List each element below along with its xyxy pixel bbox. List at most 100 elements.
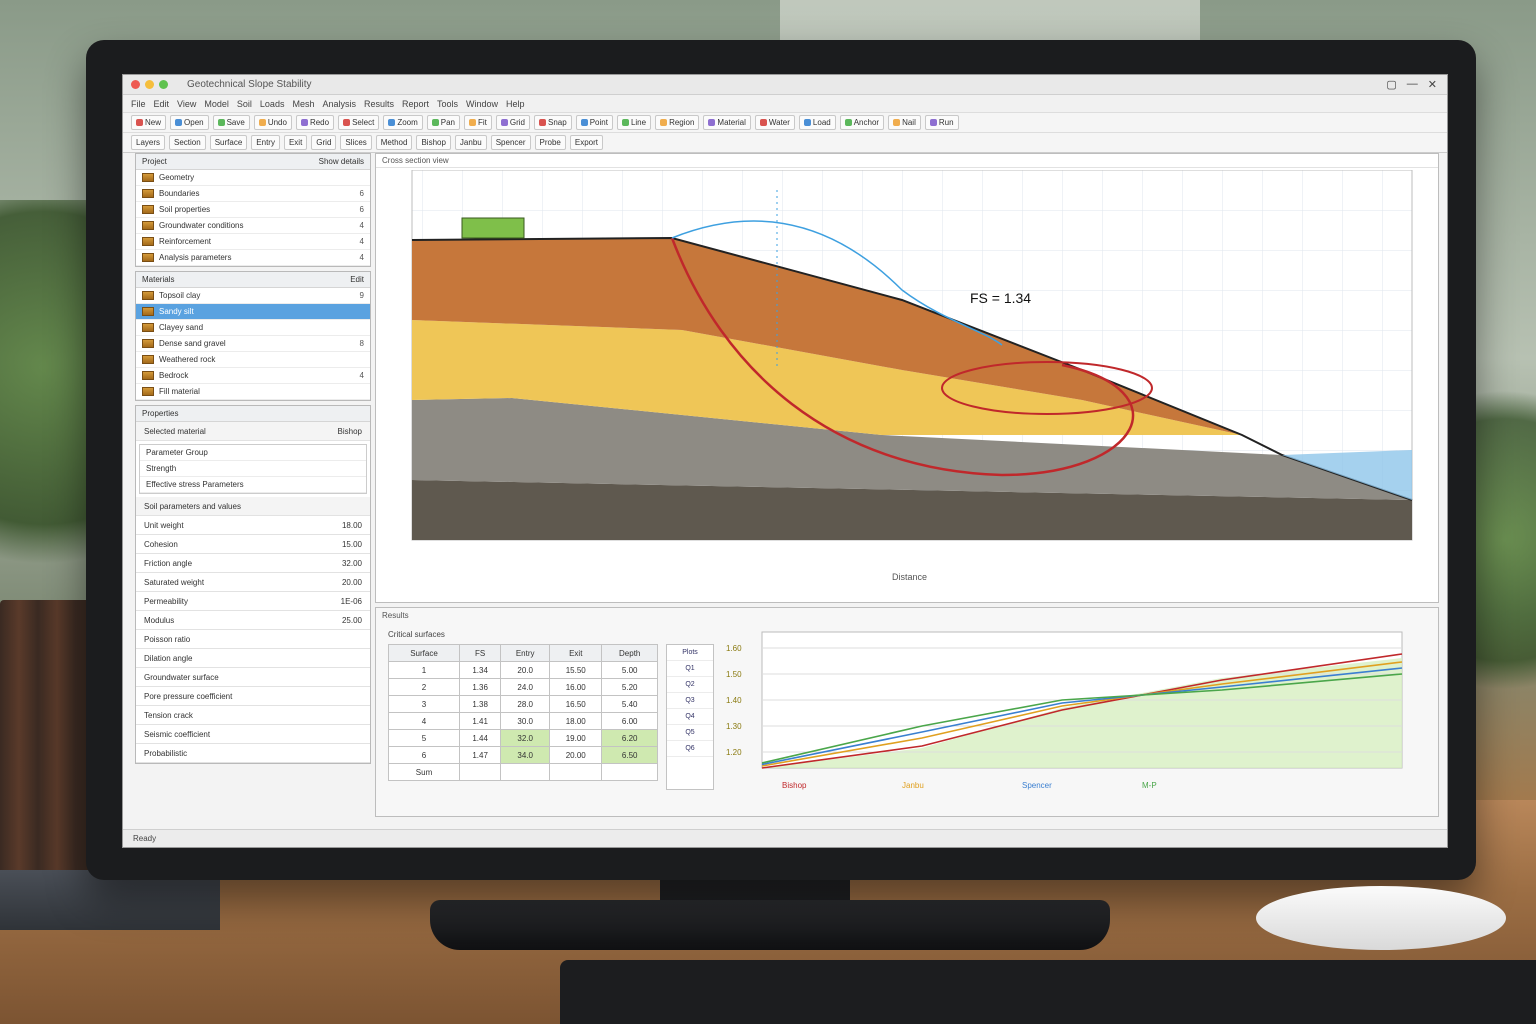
property-note[interactable]: Parameter Group	[140, 445, 366, 461]
toolbar-button[interactable]: Run	[924, 115, 959, 130]
menu-item[interactable]: View	[177, 99, 196, 109]
minimize-icon[interactable]: —	[1407, 78, 1418, 91]
property-row[interactable]: Dilation angle	[136, 649, 370, 668]
analysis-button[interactable]: Slices	[340, 135, 372, 150]
close-icon[interactable]: ✕	[1428, 78, 1437, 91]
table-row[interactable]: 4 1.41 30.0 18.00 6.00	[387, 712, 658, 730]
material-tree-item[interactable]: Fill material	[136, 384, 370, 400]
plot-selector-item[interactable]: Q1	[667, 661, 713, 677]
material-tree-item[interactable]: Dense sand gravel 8	[136, 336, 370, 352]
property-row[interactable]: Probabilistic	[136, 744, 370, 763]
table-header-cell[interactable]: Exit	[549, 644, 603, 662]
toolbar-button[interactable]: Anchor	[839, 115, 885, 130]
menu-item[interactable]: Window	[466, 99, 498, 109]
property-value[interactable]: 20.00	[342, 578, 362, 587]
menu-item[interactable]: Help	[506, 99, 525, 109]
property-note[interactable]: Effective stress Parameters	[140, 477, 366, 493]
properties-sub-value[interactable]: Bishop	[338, 427, 362, 436]
property-row[interactable]: Pore pressure coefficient	[136, 687, 370, 706]
analysis-button[interactable]: Spencer	[490, 135, 531, 150]
toolbar-button[interactable]: Pan	[426, 115, 460, 130]
toolbar-button[interactable]: Load	[798, 115, 836, 130]
analysis-button[interactable]: Grid	[311, 135, 337, 150]
property-row[interactable]: Seismic coefficient	[136, 725, 370, 744]
plot-selector-item[interactable]: Q3	[667, 693, 713, 709]
menu-item[interactable]: Report	[402, 99, 429, 109]
analysis-button[interactable]: Section	[169, 135, 206, 150]
plot-selector-item[interactable]: Q5	[667, 725, 713, 741]
menu-item[interactable]: File	[131, 99, 146, 109]
property-value[interactable]: 25.00	[342, 616, 362, 625]
material-tree-item[interactable]: Weathered rock	[136, 352, 370, 368]
material-tree-item[interactable]: Sandy silt	[136, 304, 370, 320]
materials-edit-button[interactable]: Edit	[350, 275, 364, 284]
property-row[interactable]: Groundwater surface	[136, 668, 370, 687]
analysis-button[interactable]: Exit	[283, 135, 308, 150]
menu-item[interactable]: Results	[364, 99, 394, 109]
material-tree-item[interactable]: Bedrock 4	[136, 368, 370, 384]
table-header-cell[interactable]: Depth	[601, 644, 658, 662]
fs-convergence-plot[interactable]: 1.60 1.50 1.40 1.30 1.20 Bishop Janbu Spencer M-…	[722, 628, 1432, 810]
plot-selector-item[interactable]: Q2	[667, 677, 713, 693]
toolbar-button[interactable]: Nail	[888, 115, 921, 130]
project-action-button[interactable]: Show details	[319, 157, 364, 166]
table-row[interactable]: 6 1.47 34.0 20.00 6.50	[387, 746, 658, 764]
analysis-button[interactable]: Method	[375, 135, 413, 150]
property-row[interactable]: Cohesion 15.00	[136, 535, 370, 554]
table-row[interactable]: 5 1.44 32.0 19.00 6.20	[387, 729, 658, 747]
property-row[interactable]: Permeability 1E-06	[136, 592, 370, 611]
table-header-cell[interactable]: Entry	[500, 644, 551, 662]
toolbar-button[interactable]: Point	[575, 115, 613, 130]
table-header-cell[interactable]: FS	[459, 644, 502, 662]
toolbar-button[interactable]: Save	[212, 115, 250, 130]
analysis-button[interactable]: Entry	[251, 135, 280, 150]
menu-item[interactable]: Tools	[437, 99, 458, 109]
property-row[interactable]: Saturated weight 20.00	[136, 573, 370, 592]
toolbar-button[interactable]: Redo	[295, 115, 335, 130]
toolbar-button[interactable]: Select	[338, 115, 380, 130]
table-row[interactable]: 3 1.38 28.0 16.50 5.40	[387, 695, 658, 713]
toolbar-button[interactable]: Grid	[495, 115, 531, 130]
toolbar-button[interactable]: Region	[655, 115, 700, 130]
menu-item[interactable]: Loads	[260, 99, 285, 109]
property-row[interactable]: Poisson ratio	[136, 630, 370, 649]
table-row[interactable]: 1 1.34 20.0 15.50 5.00	[387, 661, 658, 679]
slope-section-drawing[interactable]: FS = 1.34 Distance	[382, 170, 1432, 590]
cross-section-canvas[interactable]: Cross section view FS = 1.34 Distance	[375, 153, 1439, 603]
table-row[interactable]: Sum	[387, 763, 658, 781]
toolbar-button[interactable]: Undo	[253, 115, 292, 130]
property-note[interactable]: Strength	[140, 461, 366, 477]
property-row[interactable]: Unit weight 18.00	[136, 516, 370, 535]
property-value[interactable]: 32.00	[342, 559, 362, 568]
property-value[interactable]: 1E-06	[341, 597, 362, 606]
property-row[interactable]: Modulus 25.00	[136, 611, 370, 630]
project-tree-item[interactable]: Boundaries 6	[136, 186, 370, 202]
property-value[interactable]: 15.00	[342, 540, 362, 549]
menu-item[interactable]: Soil	[237, 99, 252, 109]
material-tree-item[interactable]: Clayey sand	[136, 320, 370, 336]
project-tree-item[interactable]: Groundwater conditions 4	[136, 218, 370, 234]
analysis-button[interactable]: Surface	[209, 135, 248, 150]
toolbar-button[interactable]: Open	[170, 115, 209, 130]
table-header-cell[interactable]: Surface	[387, 644, 461, 662]
material-tree-item[interactable]: Topsoil clay 9	[136, 288, 370, 304]
analysis-button[interactable]: Probe	[534, 135, 566, 150]
table-row[interactable]: 2 1.36 24.0 16.00 5.20	[387, 678, 658, 696]
toolbar-button[interactable]: Snap	[534, 115, 572, 130]
toolbar-button[interactable]: Material	[703, 115, 751, 130]
analysis-button[interactable]: Janbu	[454, 135, 487, 150]
menu-item[interactable]: Mesh	[292, 99, 314, 109]
restore-icon[interactable]: ▢	[1386, 78, 1396, 91]
plot-selector-item[interactable]: Q4	[667, 709, 713, 725]
toolbar-button[interactable]: Zoom	[383, 115, 423, 130]
toolbar-button[interactable]: Line	[616, 115, 652, 130]
property-value[interactable]: 18.00	[342, 521, 362, 530]
close-dot-icon[interactable]	[131, 80, 140, 89]
analysis-button[interactable]: Bishop	[416, 135, 451, 150]
project-tree-item[interactable]: Geometry	[136, 170, 370, 186]
project-tree-item[interactable]: Reinforcement 4	[136, 234, 370, 250]
analysis-button[interactable]: Layers	[131, 135, 166, 150]
menu-item[interactable]: Edit	[154, 99, 170, 109]
plot-selector-item[interactable]: Q6	[667, 741, 713, 757]
project-tree-item[interactable]: Soil properties 6	[136, 202, 370, 218]
